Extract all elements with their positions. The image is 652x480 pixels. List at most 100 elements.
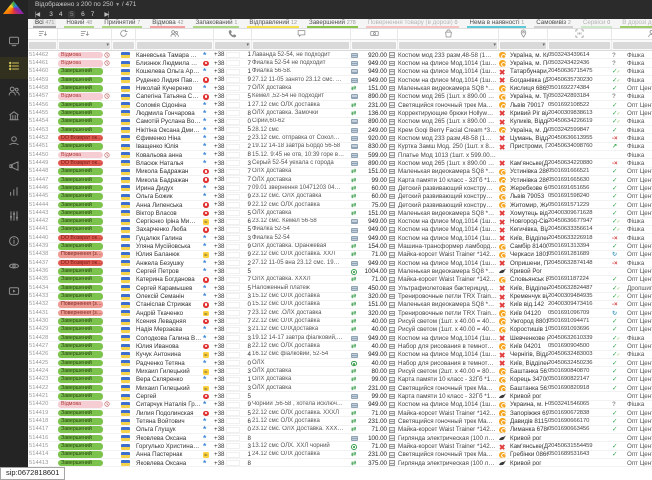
order-row[interactable]: 514414ЗавершенийАнна Пастернакlc+38124.1… <box>28 451 652 459</box>
order-row[interactable]: 514455ЗавершенийЛюдмила Гончарова*+388ОЛ… <box>28 109 652 117</box>
tab-Всі[interactable]: Всі 471 <box>33 19 56 28</box>
order-row[interactable]: 514441ЗавершенийЗахарченко Люба+385Фиалк… <box>28 226 652 234</box>
tab-Нема в наявності[interactable]: Нема в наявності 1 <box>467 19 526 28</box>
order-row[interactable]: 514413ЗавершенийЯковлева Оксана*+388⇄375… <box>28 459 652 467</box>
order-row[interactable]: 514447ЗавершенийМикола Бадражан+387ОЛХ д… <box>28 176 652 184</box>
order-row[interactable]: 514440DO Возврат ок…Гуцалюк Галина*+383Ф… <box>28 234 652 242</box>
sidebar-item-screen[interactable] <box>0 32 28 54</box>
order-row[interactable]: 514454ЗавершенийСамотій Руслана Во…*+380… <box>28 118 652 126</box>
filter-input[interactable] <box>113 42 134 49</box>
order-row[interactable]: 514417ЗавершенийОльга Глущук*+38023.12 с… <box>28 426 652 434</box>
column-header-money[interactable] <box>351 29 398 39</box>
sidebar-item-finance[interactable] <box>0 132 28 154</box>
page-6[interactable]: 6 <box>81 11 85 18</box>
filter-input[interactable]: ▾ <box>500 42 546 49</box>
order-row[interactable]: 514435ЗавершенийКатерина Богданова+387ОЛ… <box>28 276 652 284</box>
order-row[interactable]: 514428ЗавершенийСолодкова Галина В…*+383… <box>28 334 652 342</box>
column-header-sort[interactable] <box>58 29 112 39</box>
first-page-button[interactable]: |◀ <box>35 11 39 18</box>
sidebar-item-info[interactable] <box>0 232 28 254</box>
order-row[interactable]: 514422ЗавершенийМихаил Гилецькийlc+383ОЛ… <box>28 384 652 392</box>
order-row[interactable]: 514453ЗавершенийНікітіна Оксана Дми…*+38… <box>28 126 652 134</box>
filter-input[interactable] <box>613 42 652 49</box>
order-row[interactable]: 514426ЗавершенийКучук Антонинаlc+38416.1… <box>28 351 652 359</box>
order-row[interactable]: 514416ЗавершенийЯковлева Оксана*+388100.… <box>28 434 652 442</box>
order-row[interactable]: 514423ЗавершенийВера Скляренко*+381ОЛХ д… <box>28 376 652 384</box>
last-page-button[interactable]: ▶| <box>104 11 108 18</box>
order-row[interactable]: 514424ЗавершенийМихаил Гилецькийlc+383ОЛ… <box>28 367 652 375</box>
filter-input[interactable] <box>253 42 349 49</box>
sidebar-item-video[interactable] <box>0 282 28 304</box>
chevron-down-icon[interactable]: ▼ <box>115 2 120 8</box>
tab-Запакований[interactable]: Запакований 1 <box>193 19 239 28</box>
filter-input[interactable] <box>137 42 212 49</box>
order-row[interactable]: 514444ЗавершенийАнна Липенська+38922.12 … <box>28 201 652 209</box>
sidebar-item-marketing[interactable] <box>0 157 28 179</box>
order-row[interactable]: 514421ЗавершенийСергей+38599.00Карта пам… <box>28 392 652 400</box>
tab-Прийнятий[interactable]: Прийнятий 7 <box>102 19 142 28</box>
order-row[interactable]: 514436ЗавершенийСергей Петров*+3851004.0… <box>28 268 652 276</box>
order-row[interactable]: 514425ЗавершенийРадченко Тетяна*+380ОЛХ4… <box>28 359 652 367</box>
sidebar-item-customers[interactable] <box>0 82 28 104</box>
column-header-refresh[interactable] <box>112 29 136 39</box>
tab-Сервіси[interactable]: Сервіси 0 <box>581 19 612 28</box>
filter-input[interactable]: ▾ <box>215 42 250 49</box>
order-row[interactable]: 514439ЗавершенийУляна Мусійовська*+389ОЛ… <box>28 243 652 251</box>
filter-input[interactable] <box>352 42 396 49</box>
order-row[interactable]: 514438Повернення (з…Юлия Баланюкlc+38922… <box>28 251 652 259</box>
tab-В дорозі додому[interactable]: В дорозі додому 0 <box>620 19 652 28</box>
order-row[interactable]: 514459ЗавершенийРуденко Лидия Пав…+38927… <box>28 76 652 84</box>
order-row[interactable]: 514446ЗавершенийИрина Дидух*+38709.01 зв… <box>28 184 652 192</box>
order-row[interactable]: 514434ЗавершенийСергей Карамышев*+385Нал… <box>28 284 652 292</box>
column-header-user[interactable] <box>612 29 652 39</box>
column-header-phone[interactable] <box>214 29 252 39</box>
tab-Новий[interactable]: Новий 48 <box>64 19 94 28</box>
column-header-users[interactable] <box>136 29 214 39</box>
order-row[interactable]: 514431Повернення (з…Андрій Ткаченкоlc+38… <box>28 309 652 317</box>
tab-Відмова[interactable]: Відмова 42 <box>150 19 185 28</box>
order-row[interactable]: 514458ЗавершенийНиколай Кучеренко*+387ОЛ… <box>28 84 652 92</box>
tab-Завершений[interactable]: Завершений 278 <box>307 19 358 28</box>
order-row[interactable]: 514420ВідмоваСитарчук Наталія Гр…*+389Чо… <box>28 401 652 409</box>
tab-Повернення товару (в дорозі)[interactable]: Повернення товару (в дорозі) 0 <box>366 19 460 28</box>
order-row[interactable]: 514437DO Возврат ок…Анжела Безушку*+3822… <box>28 259 652 267</box>
order-row[interactable]: 514462ВідмоваКаневська Тамара …*+381Лава… <box>28 51 652 59</box>
page-5[interactable]: 5 <box>68 11 75 18</box>
column-header-pin[interactable] <box>499 29 548 39</box>
column-header-bag[interactable] <box>398 29 499 39</box>
order-row[interactable]: 514432Повернення (з…Станіслав Стрижак+38… <box>28 301 652 309</box>
filter-input[interactable]: ▾ <box>399 42 497 49</box>
tab-Самовивіз[interactable]: Самовивіз 2 <box>534 19 573 28</box>
column-header-barcode[interactable] <box>548 29 612 39</box>
sidebar-item-visibility[interactable] <box>0 257 28 279</box>
order-row[interactable]: 514460ЗавершенийКошелева Ольга Ар…*+381Ф… <box>28 68 652 76</box>
order-row[interactable]: 514456ЗавершенийСоломія Сідоніна*+38127.… <box>28 101 652 109</box>
order-row[interactable]: 514419ЗавершенийЛилия Подолинская+38522.… <box>28 409 652 417</box>
order-row[interactable]: 514449DO Возврат ок…Власюк Наталья*+383С… <box>28 159 652 167</box>
order-row[interactable]: 514427ЗавершенийЮлия Иванова+38822.12 см… <box>28 342 652 350</box>
sidebar-item-settings[interactable] <box>0 207 28 229</box>
order-row[interactable]: 514452DO Возврат ок…Єфименко Ніна*+38223… <box>28 134 652 142</box>
page-7[interactable]: 7 <box>91 11 95 18</box>
order-row[interactable]: 514461ВідмоваБлизнюк Людмила …+387Фиалка… <box>28 59 652 67</box>
order-row[interactable]: 514448ЗавершенийМикола Бадражан+387ОЛХ д… <box>28 168 652 176</box>
sidebar-item-reports[interactable] <box>0 182 28 204</box>
column-header-sort[interactable] <box>28 29 58 39</box>
filter-input[interactable] <box>549 42 610 49</box>
sidebar-item-orders[interactable] <box>0 57 28 79</box>
sidebar-item-warehouse[interactable] <box>0 107 28 129</box>
order-row[interactable]: 514457ВідмоваСапегіна Татьяна С…+385Кеме… <box>28 93 652 101</box>
order-row[interactable]: 514415ЗавершенийГоргулько Христина…*+383… <box>28 442 652 450</box>
order-row[interactable]: 514450ВідмоваКовальова анна*+38815.12. 9… <box>28 151 652 159</box>
filter-input[interactable] <box>29 42 56 49</box>
order-row[interactable]: 514429ЗавершенийНадія Мерзаєва*+38321.12… <box>28 326 652 334</box>
order-row[interactable]: 514442ЗавершенийСергієнко Іріна Ми…lc+38… <box>28 218 652 226</box>
order-row[interactable]: 514433ЗавершенийОлексій Семанін*+38315.1… <box>28 293 652 301</box>
page-3[interactable]: 3 <box>49 11 53 18</box>
order-row[interactable]: 514430ЗавершенийКсения Левадняя+38722.12… <box>28 318 652 326</box>
order-row[interactable]: 514445ЗавершенийОльга Божик*+38923.12 см… <box>28 193 652 201</box>
column-header-chat[interactable] <box>252 29 351 39</box>
order-row[interactable]: 514418ЗавершенийТетяна Войтович*+38621.1… <box>28 417 652 425</box>
app-logo-icon[interactable] <box>3 1 24 14</box>
order-row[interactable]: 514443ЗавершенийВіктор Власов+385ОЛХ дос… <box>28 209 652 217</box>
